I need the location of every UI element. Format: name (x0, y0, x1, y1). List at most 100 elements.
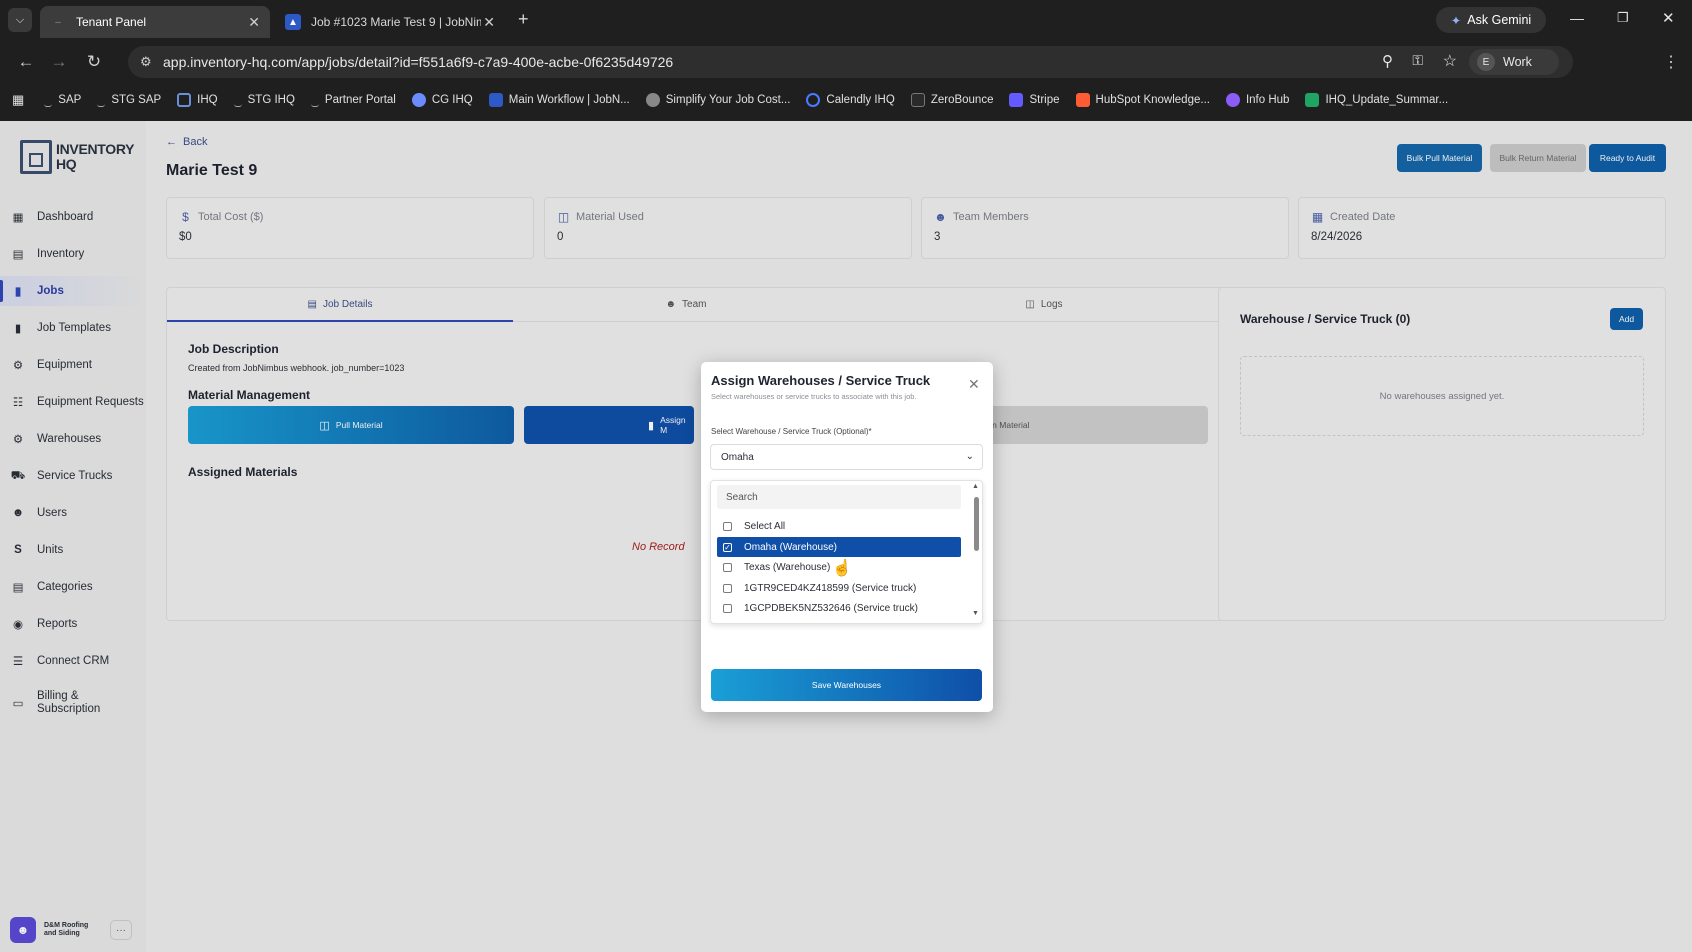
sheets-icon (1305, 93, 1320, 107)
dropdown-scrollbar[interactable]: ▲ ▼ (971, 483, 981, 621)
tab-title: Job #1023 Marie Test 9 | JobNimb (311, 15, 481, 29)
bookmark-label: IHQ_Update_Summar... (1325, 94, 1449, 106)
checkbox[interactable] (723, 603, 732, 613)
option-label: Texas (Warehouse) (744, 561, 831, 573)
close-tab-icon[interactable]: ✕ (248, 14, 260, 31)
scroll-thumb[interactable] (974, 497, 979, 551)
check-icon[interactable]: ✓ (723, 542, 732, 552)
zoom-icon[interactable]: ⚲ (1382, 52, 1393, 70)
bookmark-simplify[interactable]: Simplify Your Job Cost... (645, 93, 790, 107)
ask-gemini-button[interactable]: ✦ Ask Gemini (1436, 7, 1546, 33)
bookmark-label: ZeroBounce (930, 94, 994, 106)
bookmark-label: Info Hub (1245, 94, 1290, 106)
bookmarks-bar: ▦ SAP STG SAP IHQ STG IHQ Partner Portal… (0, 86, 1692, 114)
close-window-icon[interactable]: ✕ (1662, 9, 1675, 27)
reload-icon[interactable]: ↻ (83, 51, 105, 73)
bookmark-ihq[interactable]: IHQ (177, 93, 218, 107)
bookmark-zerobounce[interactable]: ZeroBounce (910, 93, 994, 107)
option-label: Select All (744, 520, 786, 532)
address-bar[interactable]: ⚙ app.inventory-hq.com/app/jobs/detail?i… (128, 46, 1573, 78)
globe-icon (645, 93, 660, 107)
back-arrow-icon[interactable]: ← (15, 51, 37, 73)
bookmark-calendly[interactable]: Calendly IHQ (806, 93, 895, 107)
warehouse-select[interactable]: Omaha ⌄ (710, 444, 983, 470)
bookmark-stg-ihq[interactable]: STG IHQ (233, 93, 295, 107)
ask-gemini-label: Ask Gemini (1467, 13, 1532, 27)
gemini-icon: ✦ (1450, 13, 1462, 28)
bookmark-label: SAP (58, 94, 82, 106)
profile-avatar: E (1477, 53, 1495, 71)
bookmark-label: CG IHQ (431, 94, 473, 106)
checkbox[interactable] (723, 521, 732, 531)
zerobounce-icon (910, 93, 925, 107)
bookmark-cg-ihq[interactable]: CG IHQ (411, 93, 473, 107)
option-label: 1GTR9CED4KZ418599 (Service truck) (744, 582, 917, 594)
tab-job-1023[interactable]: ▲ Job #1023 Marie Test 9 | JobNimb ✕ (275, 6, 505, 38)
bookmark-star-icon[interactable]: ☆ (1443, 51, 1457, 71)
search-placeholder: Search (726, 491, 758, 503)
jobnimbus-favicon-icon: ▲ (285, 14, 301, 30)
option-label: Omaha (Warehouse) (744, 541, 837, 553)
scroll-down-icon[interactable]: ▼ (972, 610, 979, 617)
tab-search-button[interactable]: ⌵ (8, 8, 32, 32)
bookmark-icon (44, 93, 53, 107)
bookmark-label: Stripe (1029, 94, 1060, 106)
tab-strip: ⌵ – Tenant Panel ✕ ▲ Job #1023 Marie Tes… (0, 0, 1692, 40)
scroll-up-icon[interactable]: ▲ (972, 483, 979, 490)
url-text: app.inventory-hq.com/app/jobs/detail?id=… (163, 54, 674, 70)
new-tab-button[interactable]: + (518, 9, 529, 30)
option-truck-2[interactable]: 1GCPDBEK5NZ532646 (Service truck) (717, 598, 961, 618)
stripe-icon (1009, 93, 1024, 107)
select-value: Omaha (721, 451, 754, 463)
chevron-down-icon: ⌄ (965, 451, 974, 462)
bookmark-stg-sap[interactable]: STG SAP (97, 93, 161, 107)
bookmark-icon (310, 93, 319, 107)
option-truck-1[interactable]: 1GTR9CED4KZ418599 (Service truck) (717, 578, 961, 598)
bookmark-stripe[interactable]: Stripe (1009, 93, 1060, 107)
tab-tenant-panel[interactable]: – Tenant Panel ✕ (40, 6, 270, 38)
save-warehouses-button[interactable]: Save Warehouses (711, 669, 982, 701)
hand-cursor-icon: ☝ (832, 560, 852, 577)
profile-chip[interactable]: E Work (1469, 49, 1559, 75)
option-select-all[interactable]: Select All (717, 516, 961, 536)
bookmark-info-hub[interactable]: Info Hub (1225, 93, 1290, 107)
assign-warehouses-modal: Assign Warehouses / Service Truck Select… (701, 362, 993, 712)
bookmark-label: HubSpot Knowledge... (1095, 94, 1210, 106)
chevron-down-icon: ⌵ (15, 13, 25, 26)
bookmark-label: STG SAP (111, 94, 162, 106)
browser-menu-icon[interactable]: ⋮ (1660, 51, 1682, 73)
close-tab-icon[interactable]: ✕ (483, 14, 495, 31)
tab-title: Tenant Panel (76, 15, 147, 29)
option-label: 1GCPDBEK5NZ532646 (Service truck) (744, 602, 918, 614)
bookmark-ihq-update[interactable]: IHQ_Update_Summar... (1305, 93, 1448, 107)
browser-toolbar: ← → ↻ ⚙ app.inventory-hq.com/app/jobs/de… (0, 42, 1692, 82)
bookmark-label: Main Workflow | JobN... (508, 94, 630, 106)
warehouse-dropdown: Search Select All ✓ Omaha (Warehouse) Tex… (710, 480, 983, 624)
restore-icon[interactable]: ❐ (1617, 10, 1629, 26)
minimize-icon[interactable]: — (1570, 10, 1584, 26)
checkbox[interactable] (723, 562, 732, 572)
bookmark-label: STG IHQ (247, 94, 295, 106)
jobnimbus-icon (488, 93, 503, 107)
site-info-icon[interactable]: ⚙ (140, 54, 152, 70)
hubspot-icon (1075, 93, 1090, 107)
field-label: Select Warehouse / Service Truck (Option… (711, 427, 872, 436)
bookmark-label: Calendly IHQ (826, 94, 895, 106)
cg-ihq-icon (411, 93, 426, 107)
apps-grid-icon[interactable]: ▦ (12, 92, 24, 108)
close-icon[interactable]: ✕ (968, 376, 980, 393)
modal-subtitle: Select warehouses or service trucks to a… (711, 392, 917, 401)
password-key-icon[interactable]: ⚿ (1412, 52, 1423, 69)
bookmark-main-workflow[interactable]: Main Workflow | JobN... (488, 93, 630, 107)
forward-arrow-icon[interactable]: → (48, 51, 70, 73)
bookmark-hubspot[interactable]: HubSpot Knowledge... (1075, 93, 1210, 107)
checkbox[interactable] (723, 583, 732, 593)
browser-chrome: ⌵ – Tenant Panel ✕ ▲ Job #1023 Marie Tes… (0, 0, 1692, 121)
tenant-panel-favicon-icon: – (55, 16, 61, 28)
calendly-icon (806, 93, 821, 107)
bookmark-sap[interactable]: SAP (44, 93, 81, 107)
dropdown-search-input[interactable]: Search (717, 485, 961, 509)
option-omaha[interactable]: ✓ Omaha (Warehouse) (717, 537, 961, 557)
bookmark-partner-portal[interactable]: Partner Portal (310, 93, 396, 107)
bookmark-label: IHQ (197, 94, 218, 106)
